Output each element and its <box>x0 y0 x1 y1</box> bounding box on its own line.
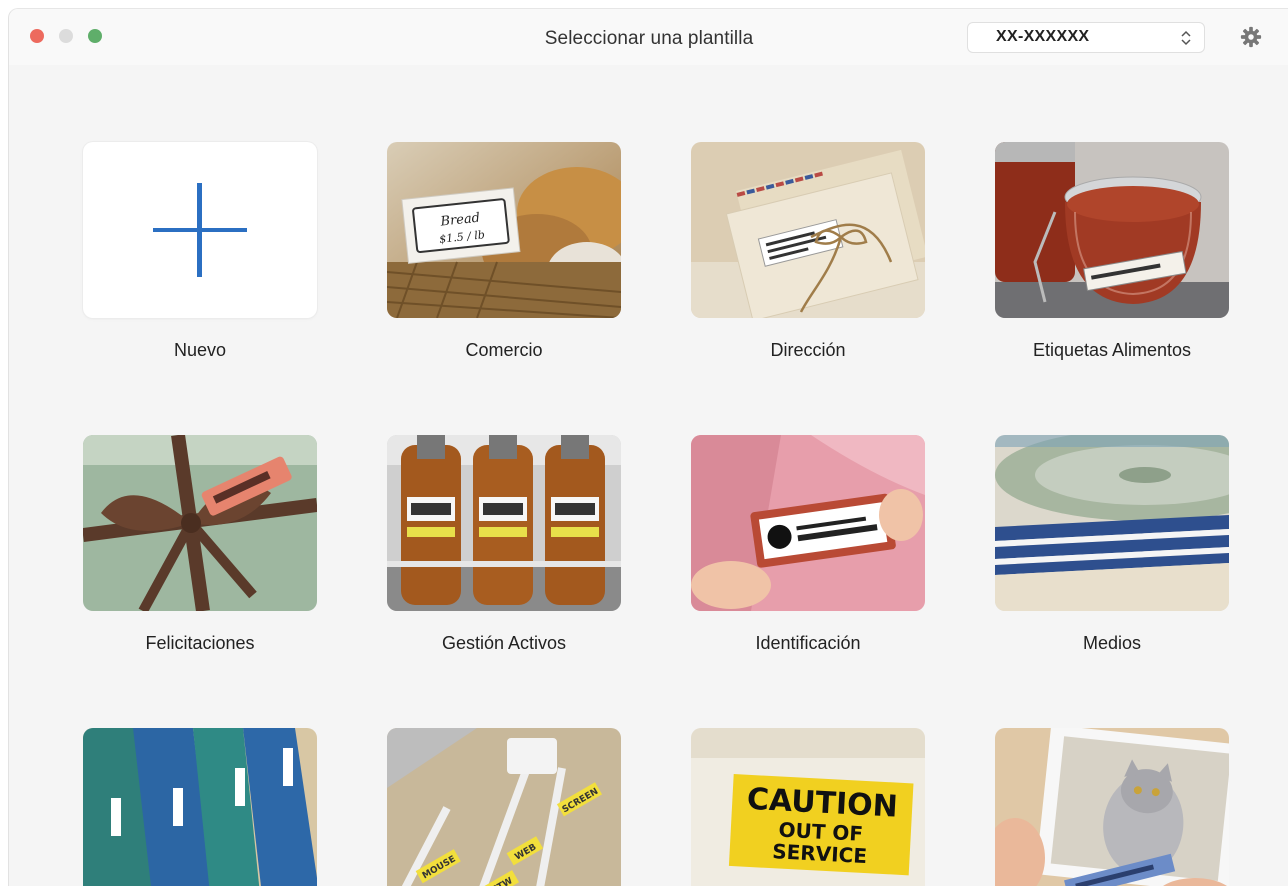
etiquetas-alimentos-thumbnail[interactable] <box>995 142 1229 318</box>
binders-thumbnail[interactable] <box>83 728 317 886</box>
template-label: Etiquetas Alimentos <box>1032 340 1192 360</box>
identificacion-thumbnail[interactable] <box>691 435 925 611</box>
new-template-thumbnail[interactable] <box>83 142 317 318</box>
template-label: Nuevo <box>173 340 227 360</box>
template-window: Seleccionar una plantilla XX-XXXXXX Nuev… <box>8 8 1288 886</box>
template-label: Medios <box>1082 633 1142 653</box>
printer-select-value: XX-XXXXXX <box>996 28 1090 45</box>
template-label: Identificación <box>755 633 861 653</box>
template-label: Dirección <box>770 340 846 360</box>
photo-thumbnail[interactable] <box>995 728 1229 886</box>
caution-sign-line3: SERVICE <box>772 839 868 868</box>
template-label: Comercio <box>465 340 543 360</box>
caution-thumbnail[interactable]: CAUTION OUT OF SERVICE <box>691 728 925 886</box>
felicitaciones-thumbnail[interactable] <box>83 435 317 611</box>
plus-icon <box>153 183 247 277</box>
template-label: Gestión Activos <box>441 633 567 653</box>
medios-thumbnail[interactable] <box>995 435 1229 611</box>
gear-icon[interactable] <box>1240 26 1262 48</box>
printer-select[interactable]: XX-XXXXXX <box>967 22 1205 53</box>
titlebar: Seleccionar una plantilla XX-XXXXXX <box>9 9 1288 65</box>
direccion-thumbnail[interactable] <box>691 142 925 318</box>
updown-chevron-icon <box>1181 30 1191 46</box>
comercio-thumbnail[interactable]: Bread $1.5 / lb <box>387 142 621 318</box>
gestion-activos-thumbnail[interactable] <box>387 435 621 611</box>
cables-thumbnail[interactable]: SCREEN WEB MOUSE NETW <box>387 728 621 886</box>
template-label: Felicitaciones <box>145 633 255 653</box>
